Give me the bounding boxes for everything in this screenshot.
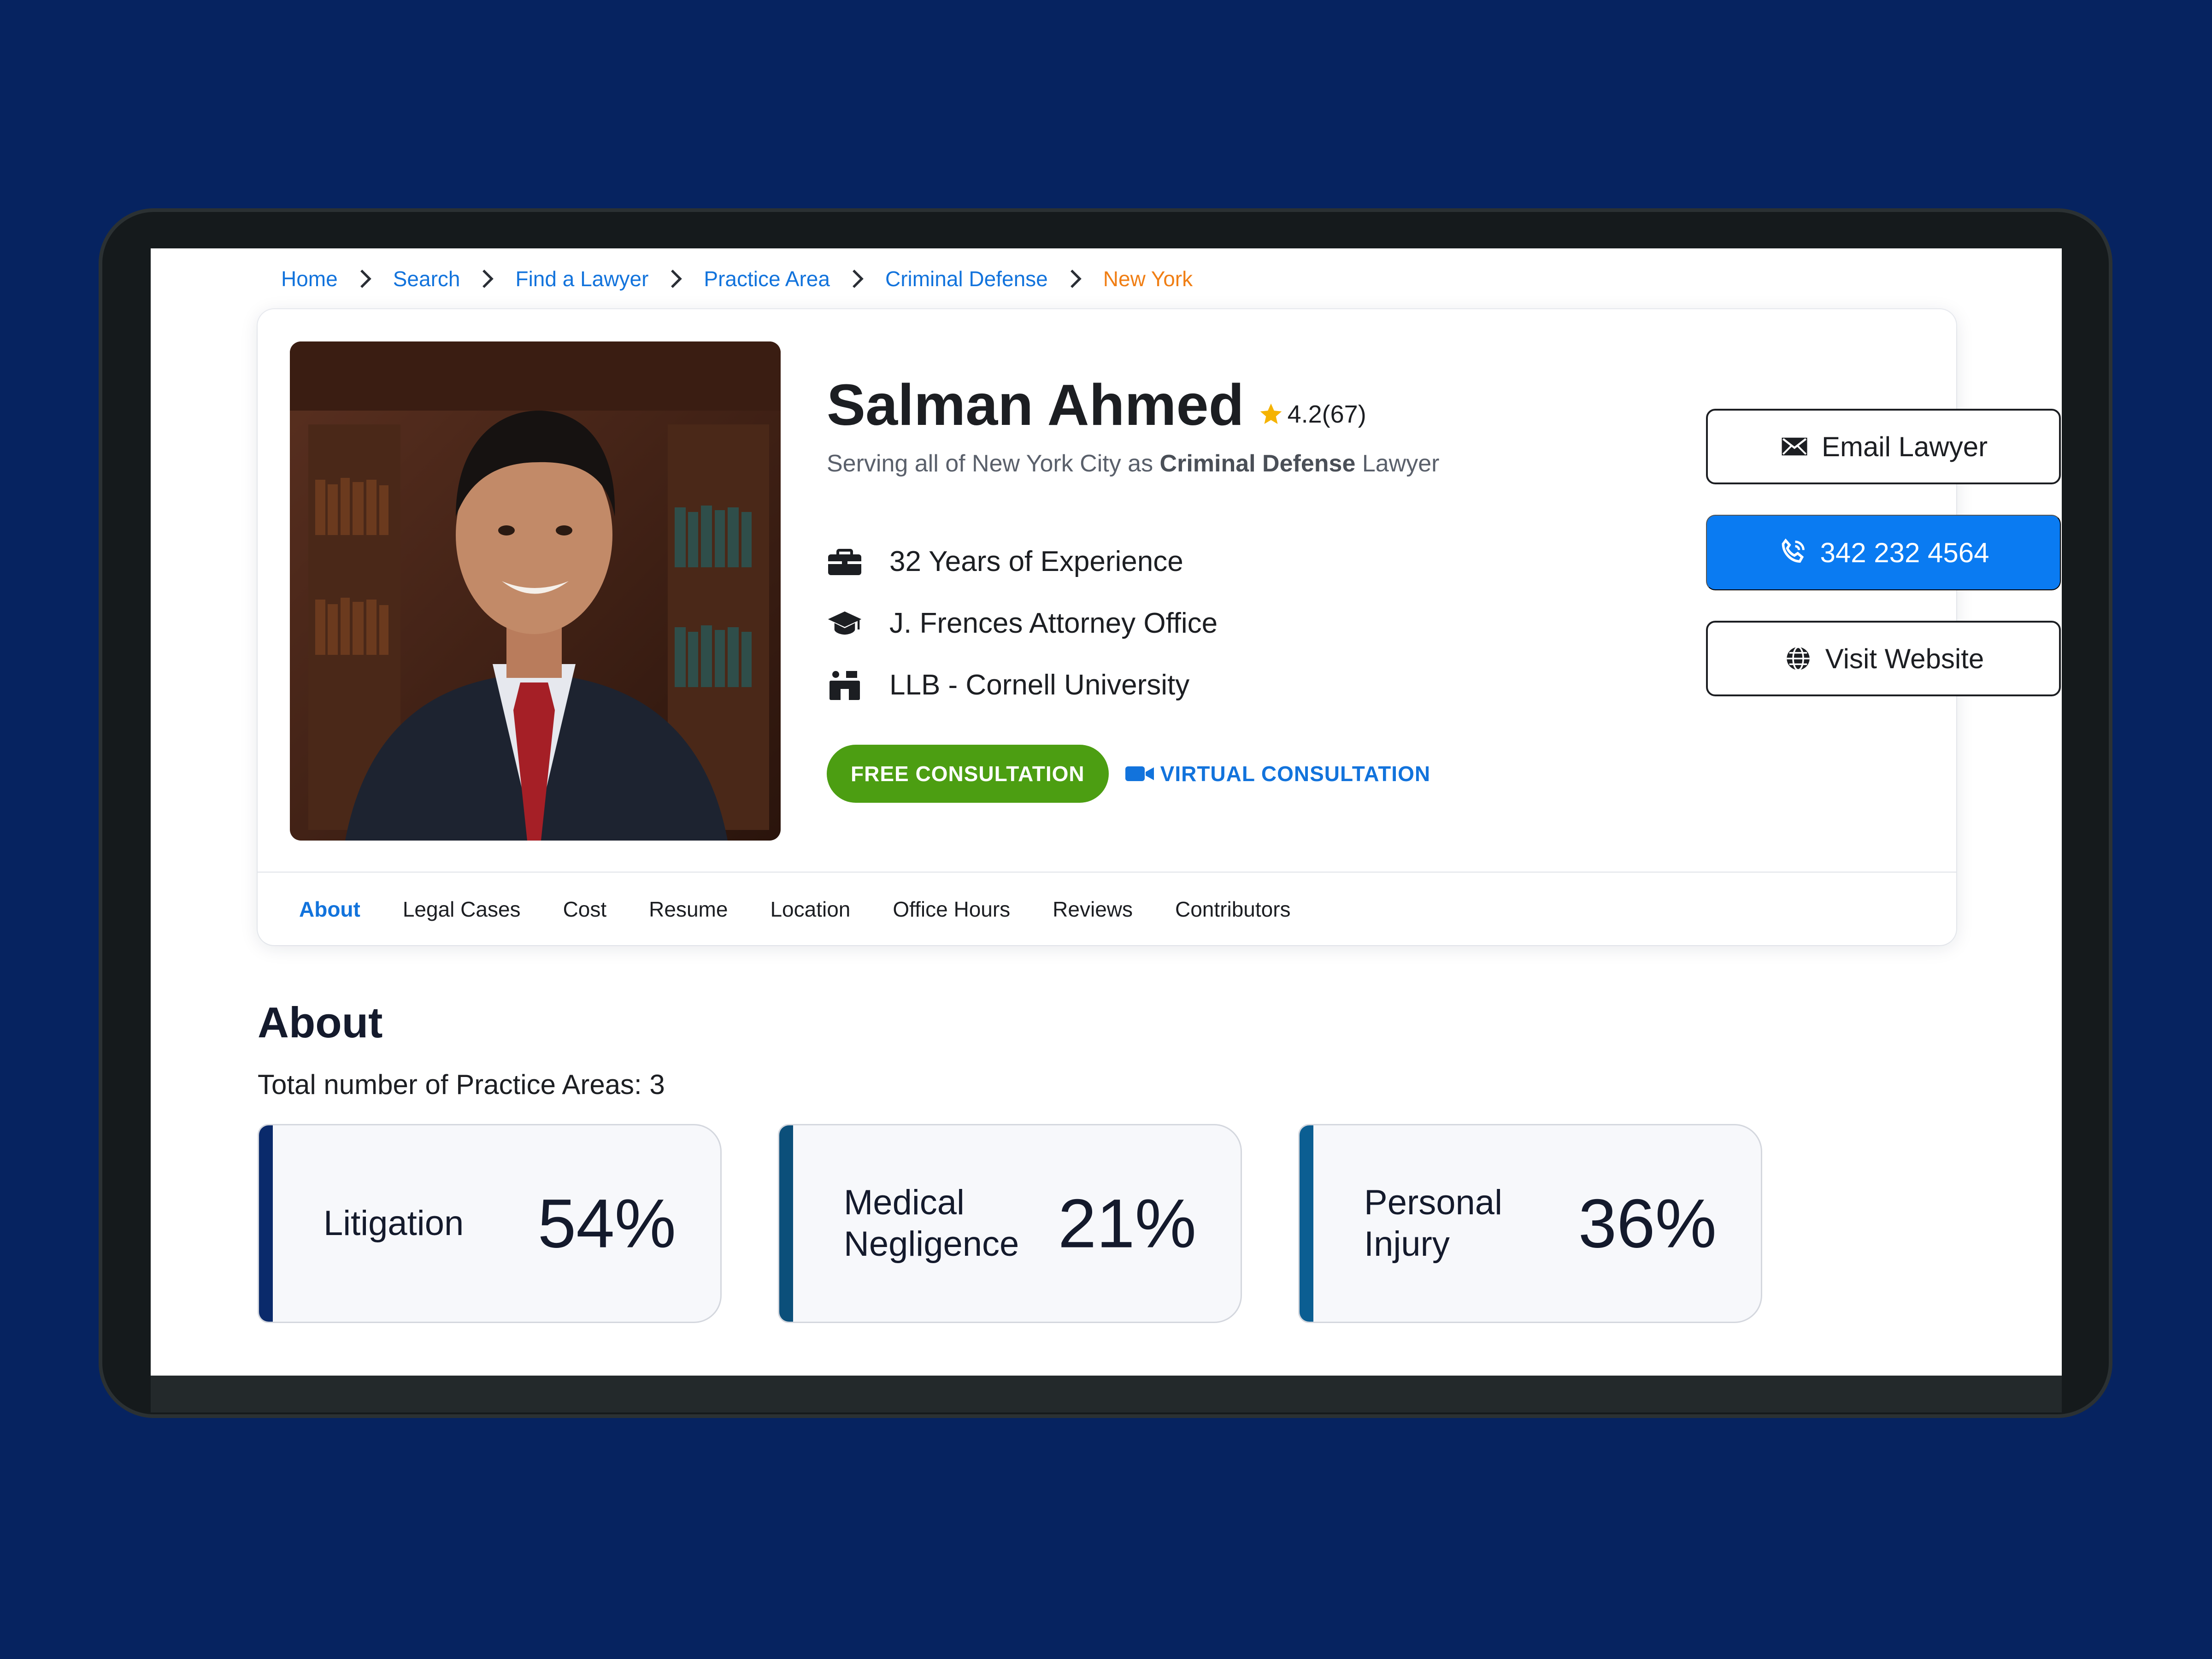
practice-area-card: Personal Injury 36% [1298, 1124, 1762, 1323]
visit-website-label: Visit Website [1825, 643, 1984, 674]
lawyer-name-row: Salman Ahmed 4.2(67) [827, 376, 1366, 434]
card-divider [258, 871, 1956, 873]
tab-legal-cases[interactable]: Legal Cases [403, 897, 521, 922]
tab-location[interactable]: Location [770, 897, 850, 922]
email-lawyer-label: Email Lawyer [1821, 431, 1988, 462]
contact-actions: Email Lawyer 342 232 4564 Visit Website [1706, 409, 2061, 727]
area-name: Medical Negligence [844, 1183, 1019, 1264]
area-percent: 54% [537, 1184, 676, 1262]
fact-text: 32 Years of Experience [889, 545, 1183, 577]
chevron-right-icon [648, 268, 704, 290]
phone-number: 342 232 4564 [1820, 537, 1989, 568]
graduation-cap-icon [827, 602, 873, 644]
globe-icon [1786, 646, 1810, 671]
chevron-right-icon [460, 268, 515, 290]
chevron-right-icon [1048, 268, 1103, 290]
chevron-right-icon [338, 268, 393, 290]
breadcrumb-criminal-defense[interactable]: Criminal Defense [885, 266, 1048, 291]
virtual-consultation-badge[interactable]: VIRTUAL CONSULTATION [1125, 761, 1430, 786]
serving-practice-area: Criminal Defense [1159, 450, 1356, 477]
serving-text: Serving all of New York City as Criminal… [827, 450, 1439, 477]
star-icon [1260, 403, 1282, 424]
visit-website-button[interactable]: Visit Website [1706, 621, 2061, 696]
breadcrumb-practice-area[interactable]: Practice Area [704, 266, 830, 291]
about-heading: About [258, 998, 383, 1047]
lawyer-facts: 32 Years of Experience J. Frences Attorn… [827, 530, 1218, 716]
screen-bottom-bar [151, 1376, 2062, 1412]
breadcrumb-find-a-lawyer[interactable]: Find a Lawyer [515, 266, 648, 291]
serving-suffix: Lawyer [1362, 450, 1440, 477]
area-name: Personal Injury [1364, 1183, 1502, 1264]
school-icon [827, 664, 873, 706]
breadcrumb-home[interactable]: Home [281, 266, 338, 291]
consultation-badges: FREE CONSULTATION VIRTUAL CONSULTATION [827, 745, 1430, 803]
lawyer-photo [290, 341, 781, 841]
area-accent-bar [1300, 1125, 1313, 1322]
tab-about[interactable]: About [299, 897, 360, 922]
lawyer-name: Salman Ahmed [827, 372, 1244, 437]
fact-office: J. Frences Attorney Office [827, 592, 1218, 654]
virtual-consultation-label: VIRTUAL CONSULTATION [1160, 762, 1431, 786]
fact-experience: 32 Years of Experience [827, 530, 1218, 592]
rating[interactable]: 4.2(67) [1258, 400, 1366, 429]
practice-areas: Litigation 54% Medical Negligence 21% Pe… [258, 1124, 1818, 1323]
browser-viewport: Home Search Find a Lawyer Practice Area … [151, 248, 2062, 1376]
video-camera-icon [1125, 766, 1154, 781]
chevron-right-icon [830, 268, 885, 290]
practice-area-card: Medical Negligence 21% [778, 1124, 1242, 1323]
area-accent-bar [259, 1125, 273, 1322]
fact-education: LLB - Cornell University [827, 654, 1218, 716]
lawyer-profile-card: Salman Ahmed 4.2(67) Serving all of New … [258, 309, 2061, 945]
area-percent: 36% [1578, 1184, 1717, 1262]
tab-contributors[interactable]: Contributors [1175, 897, 1291, 922]
serving-prefix: Serving all of New York City as [827, 450, 1153, 477]
area-name: Litigation [324, 1204, 464, 1243]
area-accent-bar [779, 1125, 793, 1322]
practice-area-card: Litigation 54% [258, 1124, 722, 1323]
phone-icon [1782, 538, 1805, 563]
email-lawyer-button[interactable]: Email Lawyer [1706, 409, 2061, 484]
profile-tabs: About Legal Cases Cost Resume Location O… [299, 889, 1333, 930]
area-percent: 21% [1058, 1184, 1196, 1262]
fact-text: LLB - Cornell University [889, 669, 1190, 701]
briefcase-icon [827, 541, 873, 582]
tab-cost[interactable]: Cost [563, 897, 607, 922]
tab-reviews[interactable]: Reviews [1053, 897, 1133, 922]
call-button[interactable]: 342 232 4564 [1706, 515, 2061, 590]
tab-office-hours[interactable]: Office Hours [893, 897, 1010, 922]
rating-value: 4.2(67) [1287, 400, 1366, 428]
breadcrumb: Home Search Find a Lawyer Practice Area … [281, 260, 1193, 297]
tab-resume[interactable]: Resume [649, 897, 728, 922]
breadcrumb-current: New York [1103, 267, 1193, 291]
free-consultation-badge[interactable]: FREE CONSULTATION [827, 745, 1109, 803]
practice-area-count: Total number of Practice Areas: 3 [258, 1069, 665, 1100]
fact-text: J. Frences Attorney Office [889, 607, 1218, 639]
envelope-icon [1782, 437, 1807, 456]
breadcrumb-search[interactable]: Search [393, 266, 460, 291]
